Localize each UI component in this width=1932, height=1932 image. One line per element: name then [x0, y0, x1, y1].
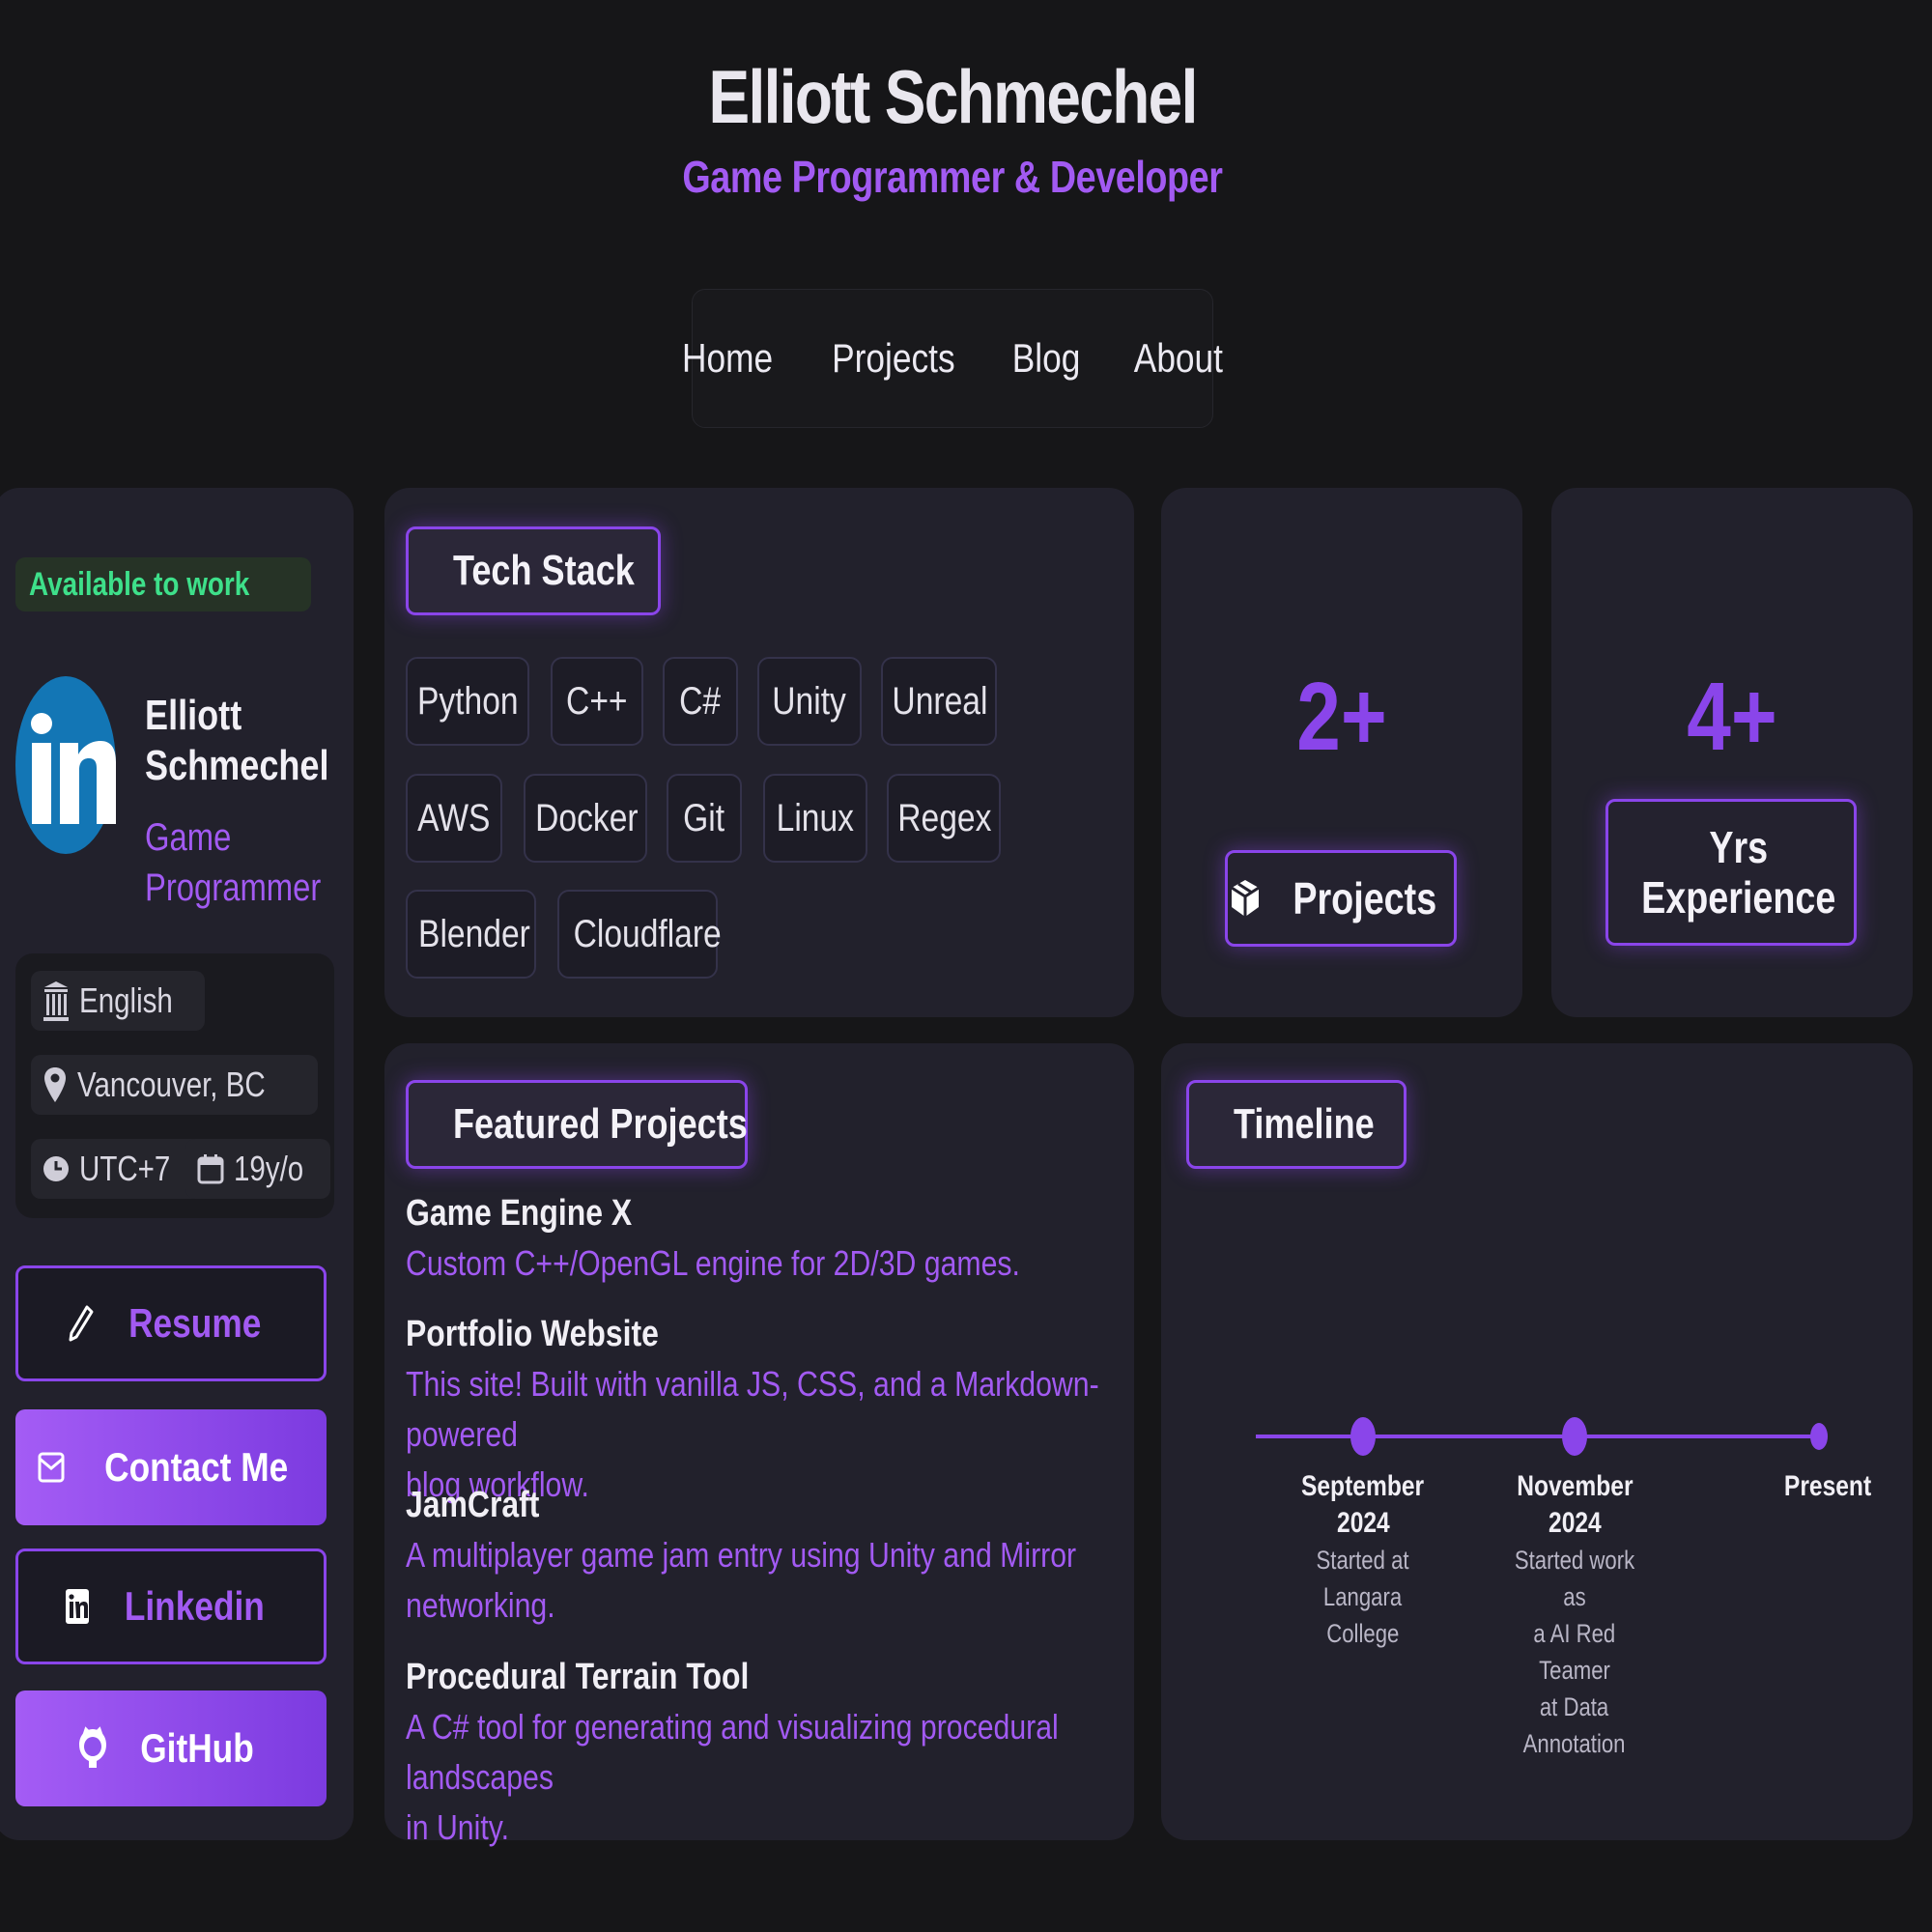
project-description-cont: networking.	[406, 1585, 555, 1625]
featured-projects-heading: Featured Projects	[406, 1080, 748, 1169]
nav-blog[interactable]: Blog	[1012, 335, 1081, 382]
linkedin-icon	[65, 1589, 89, 1624]
language-text: English	[79, 980, 173, 1020]
project-title: Procedural Terrain Tool	[406, 1657, 750, 1697]
project-description: A C# tool for generating and visualizing…	[406, 1707, 1059, 1797]
nav-home[interactable]: Home	[682, 335, 773, 382]
experience-stat-card: 4+ Yrs Experience	[1551, 488, 1913, 1017]
tech-tag: Docker	[524, 774, 647, 863]
projects-count: 2+	[1296, 663, 1387, 771]
profile-info-box: English Vancouver, BC UTC+7 19y/o	[15, 953, 334, 1218]
tech-stack-heading: Tech Stack	[406, 526, 661, 615]
project-description: This site! Built with vanilla JS, CSS, a…	[406, 1364, 1099, 1454]
age-text: 19y/o	[234, 1149, 304, 1188]
timeline-event: November 2024 Started work as a AI Red T…	[1514, 1470, 1635, 1758]
linkedin-logo-icon	[15, 676, 116, 854]
tech-tag: C++	[551, 657, 643, 746]
profile-role: Game Programmer	[145, 816, 322, 909]
package-icon	[1231, 880, 1261, 917]
timeline-event: September 2024 Started at Langara Colleg…	[1301, 1470, 1425, 1648]
tech-tag: Unreal	[881, 657, 997, 746]
projects-stat-label: Projects	[1225, 850, 1457, 947]
timeline-heading: Timeline	[1186, 1080, 1406, 1169]
tech-tag: Linux	[763, 774, 867, 863]
mail-icon	[38, 1452, 65, 1483]
building-icon	[43, 981, 69, 1021]
experience-stat-label: Yrs Experience	[1605, 799, 1857, 946]
timeline-line	[1256, 1435, 1818, 1438]
resume-button[interactable]: Resume	[15, 1265, 327, 1381]
project-item: Game Engine X Custom C++/OpenGL engine f…	[406, 1188, 1121, 1289]
clock-icon	[43, 1156, 69, 1181]
project-title: Portfolio Website	[406, 1314, 659, 1354]
featured-projects-card: Featured Projects Game Engine X Custom C…	[384, 1043, 1134, 1847]
profile-card: Available to work Elliott Schmechel Game P…	[0, 488, 354, 1840]
tech-tag: Regex	[887, 774, 1001, 863]
tech-stack-card: Tech Stack Python C++ C# Unity Unreal AW…	[384, 488, 1134, 1017]
calendar-icon	[197, 1154, 224, 1184]
projects-stat-card: 2+ Projects	[1161, 488, 1522, 1017]
project-description-cont: in Unity.	[406, 1807, 509, 1847]
site-title: Elliott Schmechel	[708, 54, 1198, 139]
nav-about[interactable]: About	[1134, 335, 1223, 382]
timezone-chip: UTC+7	[31, 1139, 203, 1199]
main-nav: Home Projects Blog About	[682, 289, 1223, 428]
tech-tag: Python	[406, 657, 529, 746]
language-chip: English	[31, 971, 206, 1031]
linkedin-button[interactable]: Linkedin	[15, 1548, 327, 1664]
nav-projects[interactable]: Projects	[832, 335, 954, 382]
timeline-event: Present	[1783, 1470, 1872, 1502]
timezone-text: UTC+7	[79, 1149, 171, 1188]
tech-tag: Blender	[406, 890, 536, 979]
availability-badge: Available to work	[15, 557, 312, 611]
tech-tag: C#	[663, 657, 738, 746]
project-item: JamCraft A multiplayer game jam entry us…	[406, 1480, 1121, 1631]
pencil-icon	[69, 1305, 94, 1342]
profile-name: Elliott Schmechel	[145, 692, 329, 789]
project-title: Game Engine X	[406, 1193, 633, 1234]
contact-button[interactable]: Contact Me	[15, 1409, 327, 1525]
timeline-dot	[1810, 1423, 1828, 1450]
github-icon	[79, 1726, 107, 1768]
age-chip: 19y/o	[185, 1139, 331, 1199]
project-description: A multiplayer game jam entry using Unity…	[406, 1535, 1077, 1575]
years-count: 4+	[1687, 663, 1777, 771]
site-header: Elliott Schmechel Game Programmer & Deve…	[0, 53, 1905, 203]
timeline-dot	[1562, 1417, 1587, 1456]
project-item: Procedural Terrain Tool A C# tool for ge…	[406, 1652, 1121, 1853]
timeline-card: Timeline September 2024 Started at Langa…	[1161, 1043, 1913, 1840]
tech-tag: AWS	[406, 774, 502, 863]
timeline-dot	[1350, 1417, 1376, 1456]
tech-tag: Cloudflare	[557, 890, 722, 979]
tech-tag: Unity	[757, 657, 862, 746]
location-chip: Vancouver, BC	[31, 1055, 319, 1115]
project-description: Custom C++/OpenGL engine for 2D/3D games…	[406, 1243, 1020, 1283]
github-button[interactable]: GitHub	[15, 1690, 327, 1806]
tech-tag: Git	[667, 774, 742, 863]
location-text: Vancouver, BC	[77, 1065, 266, 1104]
site-subtitle: Game Programmer & Developer	[682, 152, 1223, 202]
project-title: JamCraft	[406, 1485, 540, 1525]
map-pin-icon	[44, 1067, 66, 1102]
